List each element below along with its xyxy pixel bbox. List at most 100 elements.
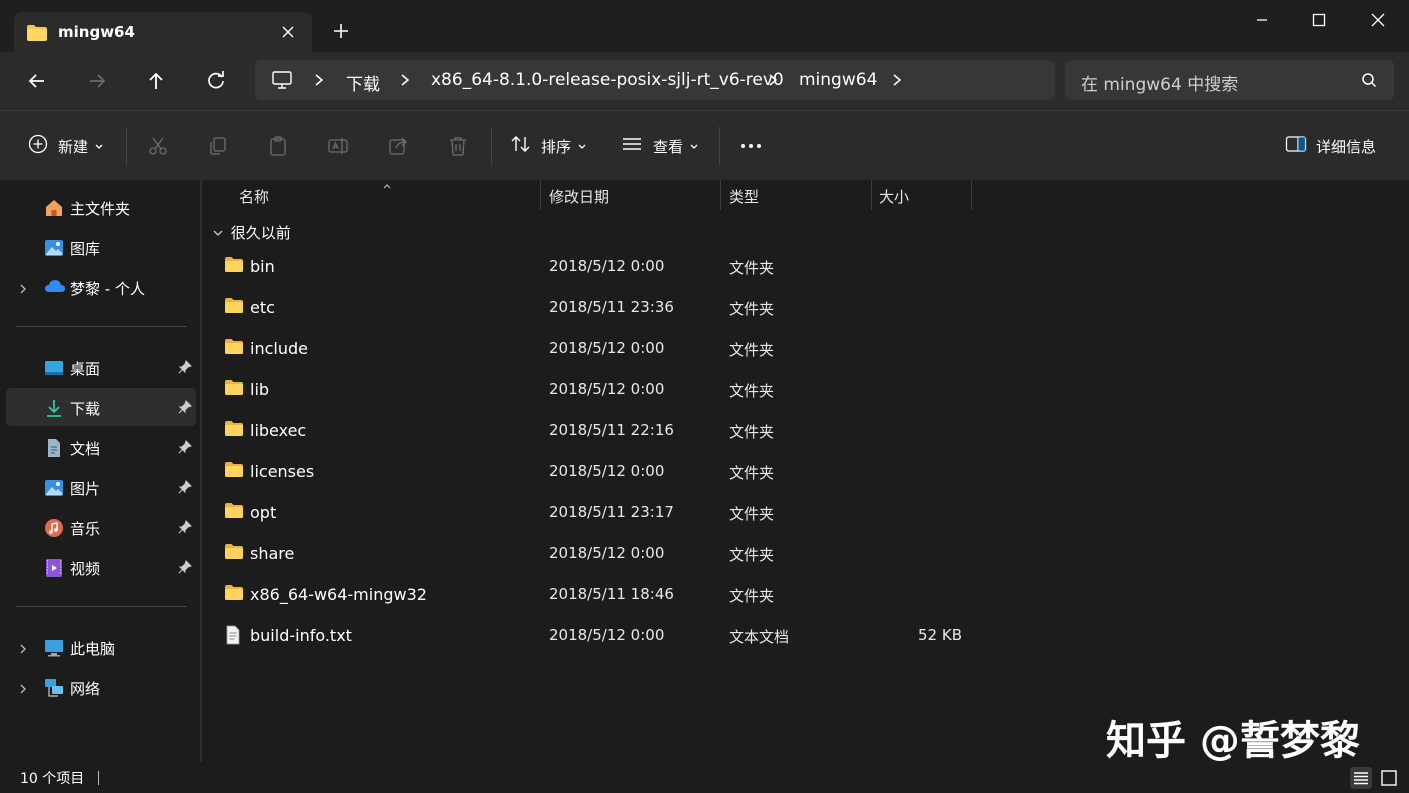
pin-icon[interactable] xyxy=(178,400,192,414)
sidebar-item-label: 图片 xyxy=(70,480,101,498)
folder-icon xyxy=(224,502,244,523)
sidebar-item-documents[interactable]: 文档 xyxy=(6,428,196,466)
file-name[interactable]: bin xyxy=(250,257,275,276)
file-row[interactable]: x86_64-w64-mingw32 2018/5/11 18:46 文件夹 xyxy=(202,576,1202,614)
search-placeholder[interactable]: 在 mingw64 中搜索 xyxy=(1081,70,1238,95)
sidebar-item-this-pc[interactable]: 此电脑 xyxy=(6,628,196,666)
sidebar-item-home[interactable]: 主文件夹 xyxy=(6,188,196,226)
breadcrumb-downloads[interactable]: 下载 xyxy=(346,70,380,95)
file-name[interactable]: lib xyxy=(250,380,269,399)
sidebar-item-music[interactable]: 音乐 xyxy=(6,508,196,546)
new-button[interactable]: 新建 xyxy=(28,133,104,159)
chevron-right-icon[interactable] xyxy=(313,73,325,87)
up-icon[interactable] xyxy=(143,68,169,94)
sort-button[interactable]: 排序 xyxy=(510,133,587,159)
sidebar-item-gallery[interactable]: 图库 xyxy=(6,228,196,266)
group-header[interactable]: 很久以前 xyxy=(212,222,291,243)
delete-icon[interactable] xyxy=(447,135,469,157)
sidebar-item-pictures[interactable]: 图片 xyxy=(6,468,196,506)
folder-icon xyxy=(26,24,48,46)
file-name[interactable]: share xyxy=(250,544,294,563)
this-pc-icon[interactable] xyxy=(271,70,293,94)
chevron-right-icon[interactable] xyxy=(18,281,28,294)
tab-title: mingw64 xyxy=(58,23,135,41)
new-tab-icon[interactable] xyxy=(330,20,352,42)
more-options-icon[interactable] xyxy=(739,135,761,157)
tab-mingw64[interactable]: mingw64 xyxy=(14,12,312,52)
details-view-icon[interactable] xyxy=(1350,767,1372,789)
sidebar-item-onedrive[interactable]: 梦黎 - 个人 xyxy=(6,268,196,306)
chevron-right-icon[interactable] xyxy=(767,73,779,87)
column-divider[interactable] xyxy=(871,180,872,210)
column-header-name[interactable]: 名称 xyxy=(239,186,269,207)
file-type: 文件夹 xyxy=(729,341,775,359)
sidebar-item-desktop[interactable]: 桌面 xyxy=(6,348,196,386)
navigation-bar: 下载 x86_64-8.1.0-release-posix-sjlj-rt_v6… xyxy=(0,52,1409,110)
details-pane-button[interactable]: 详细信息 xyxy=(1285,133,1376,159)
chevron-right-icon[interactable] xyxy=(18,641,28,654)
sidebar-item-label: 网络 xyxy=(70,680,101,698)
close-tab-icon[interactable] xyxy=(278,22,298,42)
file-row[interactable]: libexec 2018/5/11 22:16 文件夹 xyxy=(202,412,1202,450)
column-divider[interactable] xyxy=(971,180,972,210)
folder-icon xyxy=(224,338,244,359)
address-bar[interactable]: 下载 x86_64-8.1.0-release-posix-sjlj-rt_v6… xyxy=(255,60,1055,100)
column-divider[interactable] xyxy=(540,180,541,210)
minimize-icon[interactable] xyxy=(1250,8,1274,32)
search-box[interactable]: 在 mingw64 中搜索 xyxy=(1065,60,1394,100)
file-name[interactable]: etc xyxy=(250,298,275,317)
chevron-right-icon[interactable] xyxy=(891,73,903,87)
search-icon[interactable] xyxy=(1361,72,1377,92)
sidebar-item-network[interactable]: 网络 xyxy=(6,668,196,706)
sidebar-item-label: 下载 xyxy=(70,400,101,418)
tiles-view-icon[interactable] xyxy=(1378,767,1400,789)
column-header-date[interactable]: 修改日期 xyxy=(549,186,609,207)
file-date: 2018/5/11 23:36 xyxy=(549,298,674,316)
file-row[interactable]: opt 2018/5/11 23:17 文件夹 xyxy=(202,494,1202,532)
pin-icon[interactable] xyxy=(178,440,192,454)
back-icon[interactable] xyxy=(24,68,50,94)
file-name[interactable]: libexec xyxy=(250,421,306,440)
refresh-icon[interactable] xyxy=(203,68,229,94)
breadcrumb-release[interactable]: x86_64-8.1.0-release-posix-sjlj-rt_v6-re… xyxy=(431,70,784,90)
file-name[interactable]: licenses xyxy=(250,462,314,481)
paste-icon[interactable] xyxy=(267,135,289,157)
sidebar-item-downloads[interactable]: 下载 xyxy=(6,388,196,426)
pin-icon[interactable] xyxy=(178,520,192,534)
copy-icon[interactable] xyxy=(207,135,229,157)
column-header-type[interactable]: 类型 xyxy=(729,186,759,207)
file-type: 文件夹 xyxy=(729,259,775,277)
sidebar-item-videos[interactable]: 视频 xyxy=(6,548,196,586)
file-row[interactable]: bin 2018/5/12 0:00 文件夹 xyxy=(202,248,1202,286)
file-name[interactable]: x86_64-w64-mingw32 xyxy=(250,585,427,604)
cut-icon[interactable] xyxy=(147,135,169,157)
view-button[interactable]: 查看 xyxy=(622,133,699,159)
column-divider[interactable] xyxy=(720,180,721,210)
sort-icon xyxy=(510,134,532,158)
forward-icon[interactable] xyxy=(84,68,110,94)
title-bar: mingw64 xyxy=(0,0,1409,60)
group-label: 很久以前 xyxy=(230,224,291,242)
share-icon[interactable] xyxy=(387,135,409,157)
chevron-right-icon[interactable] xyxy=(399,73,411,87)
column-header-size[interactable]: 大小 xyxy=(879,186,909,207)
computer-icon xyxy=(44,638,64,658)
file-row[interactable]: licenses 2018/5/12 0:00 文件夹 xyxy=(202,453,1202,491)
breadcrumb-mingw64[interactable]: mingw64 xyxy=(799,70,877,90)
pin-icon[interactable] xyxy=(178,480,192,494)
file-name[interactable]: opt xyxy=(250,503,276,522)
file-row[interactable]: build-info.txt 2018/5/12 0:00 文本文档 52 KB xyxy=(202,617,1202,655)
file-name[interactable]: include xyxy=(250,339,308,358)
network-icon xyxy=(44,678,64,698)
pin-icon[interactable] xyxy=(178,360,192,374)
file-row[interactable]: etc 2018/5/11 23:36 文件夹 xyxy=(202,289,1202,327)
file-name[interactable]: build-info.txt xyxy=(250,626,352,645)
pin-icon[interactable] xyxy=(178,560,192,574)
file-row[interactable]: lib 2018/5/12 0:00 文件夹 xyxy=(202,371,1202,409)
rename-icon[interactable] xyxy=(327,135,349,157)
maximize-icon[interactable] xyxy=(1307,8,1331,32)
close-window-icon[interactable] xyxy=(1366,8,1390,32)
file-row[interactable]: include 2018/5/12 0:00 文件夹 xyxy=(202,330,1202,368)
file-row[interactable]: share 2018/5/12 0:00 文件夹 xyxy=(202,535,1202,573)
chevron-right-icon[interactable] xyxy=(18,681,28,694)
